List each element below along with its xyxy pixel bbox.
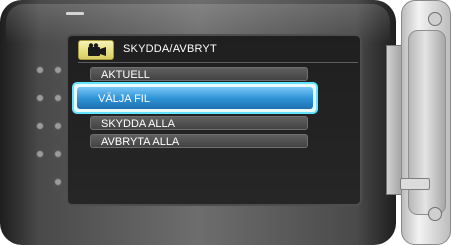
screen-led-dot — [36, 122, 44, 130]
menu-item-valja-fil[interactable]: VÄLJA FIL — [72, 82, 318, 114]
housing-slot — [66, 12, 84, 15]
screen-led-dot — [54, 150, 62, 158]
menu-item-aktuell[interactable]: AKTUELL — [90, 67, 308, 81]
camcorder-body: SKYDDA/AVBRYT AKTUELL VÄLJA FIL SKYDDA A… — [0, 0, 451, 245]
screw-icon — [428, 12, 442, 26]
divider — [78, 62, 358, 63]
menu-item-label: AKTUELL — [101, 69, 150, 81]
menu-item-label: AVBRYTA ALLA — [101, 136, 180, 148]
screen-led-dot — [54, 94, 62, 102]
menu-item-skydda-alla[interactable]: SKYDDA ALLA — [90, 116, 308, 130]
screen-led-dot — [54, 66, 62, 74]
screen-led-dot — [54, 122, 62, 130]
menu-title: SKYDDA/AVBRYT — [123, 43, 217, 55]
screen-led-dot — [54, 178, 62, 186]
screw-icon — [428, 207, 442, 221]
latch — [400, 178, 430, 190]
screen-led-dot — [36, 94, 44, 102]
menu-item-avbryta-alla[interactable]: AVBRYTA ALLA — [90, 134, 308, 148]
menu-item-label: SKYDDA ALLA — [101, 118, 175, 130]
screen-led-dot — [36, 66, 44, 74]
screen-led-dot — [36, 150, 44, 158]
menu-item-label: VÄLJA FIL — [98, 93, 150, 105]
video-camera-icon — [78, 40, 114, 60]
